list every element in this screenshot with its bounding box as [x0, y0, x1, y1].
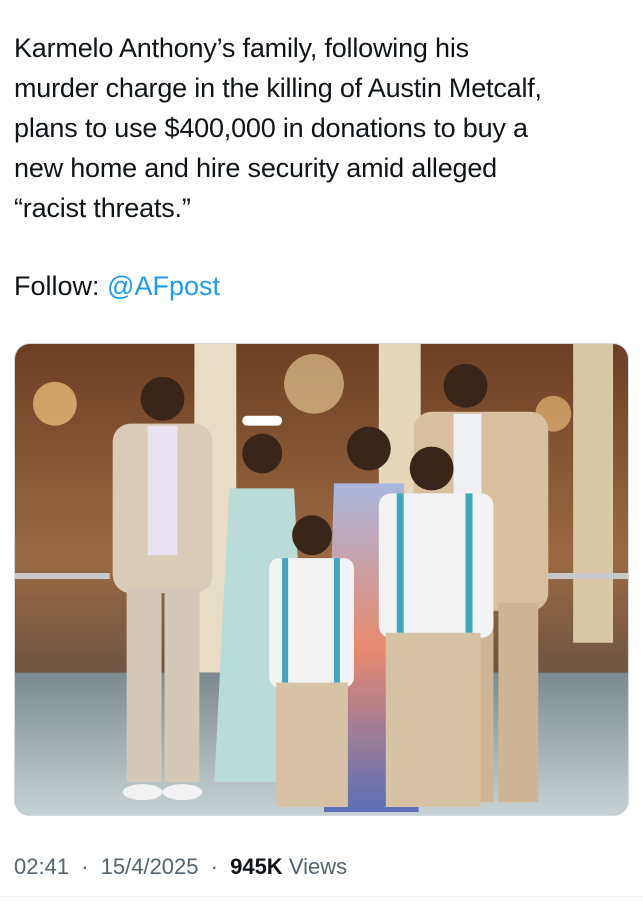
tweet-meta: 02:41 · 15/4/2025 · 945K Views: [14, 852, 347, 882]
meta-separator: ·: [210, 854, 218, 879]
follow-handle-link[interactable]: @AFpost: [107, 271, 220, 301]
tweet-media-photo[interactable]: [14, 343, 629, 816]
views-label: Views: [288, 854, 348, 879]
follow-line: Follow: @AFpost: [14, 268, 220, 304]
meta-separator: ·: [81, 854, 89, 879]
views-count: 945K: [230, 854, 283, 879]
tweet-date[interactable]: 15/4/2025: [101, 854, 199, 879]
tweet-body: Karmelo Anthony’s family, following his …: [14, 33, 542, 223]
tweet-time[interactable]: 02:41: [14, 854, 69, 879]
follow-label: Follow:: [14, 271, 100, 301]
family-photo-image: [15, 344, 628, 815]
divider: [0, 896, 643, 897]
tweet-text: Karmelo Anthony’s family, following his …: [14, 28, 629, 228]
